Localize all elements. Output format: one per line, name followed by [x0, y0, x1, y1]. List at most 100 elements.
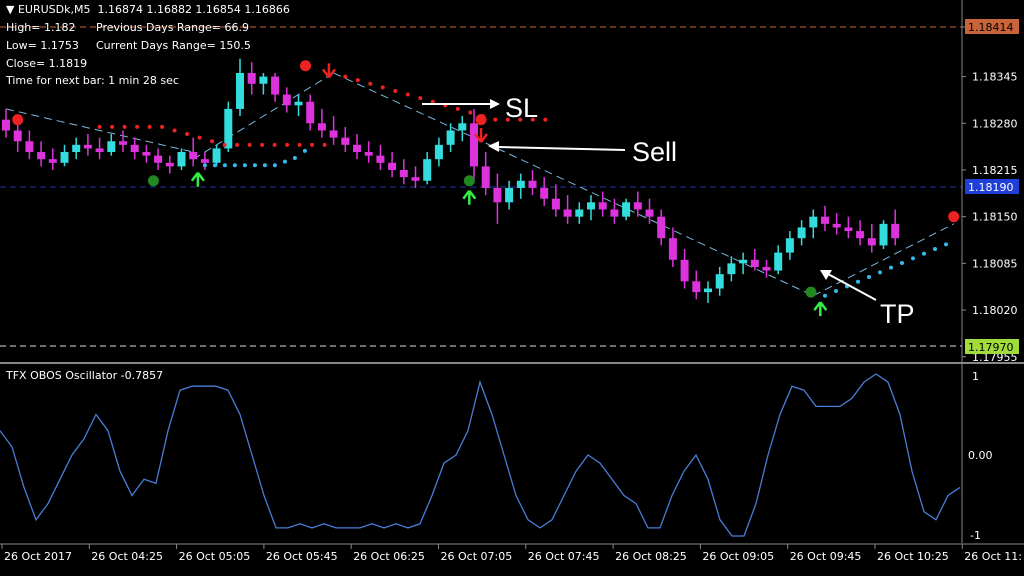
price-tick-label: 1.18280	[972, 117, 1018, 130]
time-tick-label: 26 Oct 11:	[964, 550, 1022, 563]
sell-signal-dot	[475, 114, 487, 126]
price-tick-label: 1.18215	[972, 164, 1018, 177]
candle-body	[832, 223, 841, 228]
price-tick-label: 1.18085	[972, 257, 1018, 270]
upper-stop-dot	[197, 135, 202, 140]
candle-body	[610, 209, 619, 217]
candle-body	[762, 266, 771, 271]
candle-body	[271, 76, 280, 95]
sell-signal-dot	[948, 211, 960, 223]
time-tick-label: 26 Oct 04:25	[91, 550, 163, 563]
candle-body	[154, 155, 163, 163]
upper-stop-dot	[455, 106, 460, 111]
candle-body	[423, 159, 432, 181]
lower-stop-dot	[878, 270, 882, 275]
candle-body	[341, 137, 350, 145]
candle-body	[645, 209, 654, 217]
lower-stop-dot	[222, 163, 227, 168]
upper-stop-dot	[322, 142, 327, 147]
upper-stop-dot	[355, 78, 360, 83]
oscillator-line	[0, 373, 961, 537]
time-tick-label: 26 Oct 08:25	[615, 550, 687, 563]
time-tick-label: 26 Oct 07:45	[528, 550, 600, 563]
lower-stop-dot	[889, 265, 893, 270]
lower-stop-dot	[272, 163, 277, 168]
price-panel	[0, 0, 962, 360]
candle-body	[353, 144, 361, 153]
candle-body	[633, 202, 642, 210]
candle-body	[165, 162, 174, 167]
lower-stop-dot	[823, 293, 827, 298]
lower-stop-dot	[856, 279, 860, 284]
time-tick-label: 26 Oct 10:25	[877, 550, 949, 563]
candle-body	[329, 130, 338, 138]
sell-label: Sell	[632, 137, 677, 167]
candle-body	[809, 216, 818, 228]
candle-body	[587, 202, 595, 210]
sl-label: SL	[505, 93, 538, 123]
candle-body	[657, 216, 666, 239]
candle-body	[212, 148, 221, 163]
candle-body	[282, 94, 291, 106]
candle-body	[692, 281, 701, 293]
candle-body	[364, 152, 373, 156]
candle-body	[411, 177, 420, 181]
candle-body	[259, 76, 268, 84]
candle-body	[13, 130, 22, 142]
candle-body	[844, 227, 853, 232]
sell-signal-dot	[300, 60, 312, 72]
upper-stop-dot	[135, 124, 140, 129]
candle-body	[891, 223, 900, 239]
osc-tick-top: 1	[972, 370, 979, 383]
candle-body	[294, 101, 303, 106]
header-close: Close= 1.1819	[6, 57, 88, 70]
candle-body	[470, 123, 478, 167]
candle-body	[458, 123, 467, 131]
upper-stop-dot	[493, 117, 498, 122]
candle-body	[236, 72, 244, 109]
lower-stop-dot	[282, 159, 287, 164]
upper-stop-dot	[297, 142, 302, 147]
badge-bottom-text: 1.17970	[968, 341, 1014, 354]
price-axis: 1.18414 1.18345 1.18280 1.18215 1.18150 1.180…	[961, 0, 1019, 364]
lower-stop-dot	[944, 242, 948, 247]
candle-body	[434, 144, 443, 160]
candle-body	[60, 152, 69, 163]
upper-stop-dot	[418, 96, 423, 101]
candle-body	[189, 152, 198, 160]
time-tick-label: 26 Oct 06:25	[353, 550, 425, 563]
osc-tick-bottom: -1	[970, 529, 981, 542]
time-tick-label: 26 Oct 07:05	[441, 550, 513, 563]
upper-stop-dot	[272, 142, 277, 147]
candle-body	[856, 231, 865, 239]
candle-body	[388, 162, 397, 170]
header-next-bar: Time for next bar: 1 min 28 sec	[6, 74, 179, 87]
lower-stop-dot	[900, 261, 904, 266]
sell-signal-dot	[12, 114, 24, 126]
candle-body	[622, 202, 631, 217]
candle-body	[797, 227, 806, 239]
candle-body	[879, 223, 888, 246]
lower-stop-dot	[252, 163, 257, 168]
buy-signal-dot	[805, 286, 817, 298]
candle-body	[575, 209, 584, 217]
upper-stop-dot	[380, 85, 385, 90]
candle-body	[551, 198, 560, 210]
candle-body	[680, 259, 689, 282]
lower-stop-dot	[212, 163, 217, 168]
upper-stop-dot	[160, 124, 165, 129]
tp-label: TP	[880, 299, 915, 329]
header-curr-range: Current Days Range= 150.5	[96, 39, 251, 52]
upper-stop-dot	[222, 142, 227, 147]
time-tick-label: 26 Oct 05:05	[179, 550, 251, 563]
candle-body	[727, 263, 736, 275]
candle-body	[446, 130, 455, 145]
time-tick-label: 26 Oct 05:45	[266, 550, 338, 563]
price-tick-label: 1.18020	[972, 304, 1018, 317]
candle-body	[25, 141, 34, 153]
buy-signal-dot	[147, 175, 159, 187]
header-symbol: ▼ EURUSDk,M5 1.16874 1.16882 1.16854 1.1…	[6, 3, 290, 16]
candle-body	[481, 166, 490, 188]
lower-stop-dot	[867, 275, 871, 280]
candle-body	[37, 152, 46, 160]
